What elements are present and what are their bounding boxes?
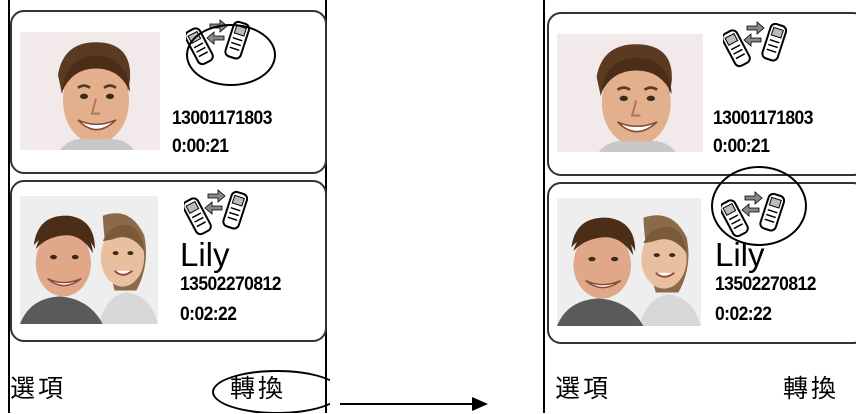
phone-screen-before: 13001171803 0:00:21 Lily 13502270812 0:0… xyxy=(0,0,330,413)
caller-name: Lily xyxy=(715,236,765,273)
caller-photo-couple xyxy=(557,198,701,326)
caller-photo-couple xyxy=(20,196,158,324)
call-transfer-icon xyxy=(723,21,787,69)
call-duration: 0:02:22 xyxy=(715,304,772,325)
caller-photo-man xyxy=(20,32,160,150)
call-number: 13001171803 xyxy=(713,108,813,129)
options-softkey[interactable]: 選項 xyxy=(555,374,611,404)
call-duration: 0:00:21 xyxy=(713,136,770,157)
switch-softkey[interactable]: 轉換 xyxy=(783,374,839,404)
screen-left-edge xyxy=(543,0,545,413)
call-card-1[interactable]: 13001171803 0:00:21 xyxy=(10,10,327,174)
call-duration: 0:00:21 xyxy=(172,136,229,157)
switch-softkey[interactable]: 轉換 xyxy=(230,374,286,404)
call-number: 13001171803 xyxy=(172,108,272,129)
call-number: 13502270812 xyxy=(180,274,281,295)
call-transfer-icon xyxy=(184,189,248,237)
call-card-2[interactable]: Lily 13502270812 0:02:22 xyxy=(10,180,327,342)
call-transfer-icon xyxy=(721,191,785,239)
call-transfer-icon xyxy=(186,19,250,67)
caller-name: Lily xyxy=(180,236,230,273)
caller-photo-man xyxy=(557,34,703,152)
phone-screen-after: 13001171803 0:00:21 Lily 13502270812 0:0… xyxy=(543,0,856,413)
transition-arrow-icon xyxy=(340,397,488,411)
options-softkey[interactable]: 選項 xyxy=(10,374,66,404)
call-card-2[interactable]: Lily 13502270812 0:02:22 xyxy=(547,182,856,344)
call-number: 13502270812 xyxy=(715,274,816,295)
call-card-1[interactable]: 13001171803 0:00:21 xyxy=(547,12,856,176)
call-duration: 0:02:22 xyxy=(180,304,237,325)
